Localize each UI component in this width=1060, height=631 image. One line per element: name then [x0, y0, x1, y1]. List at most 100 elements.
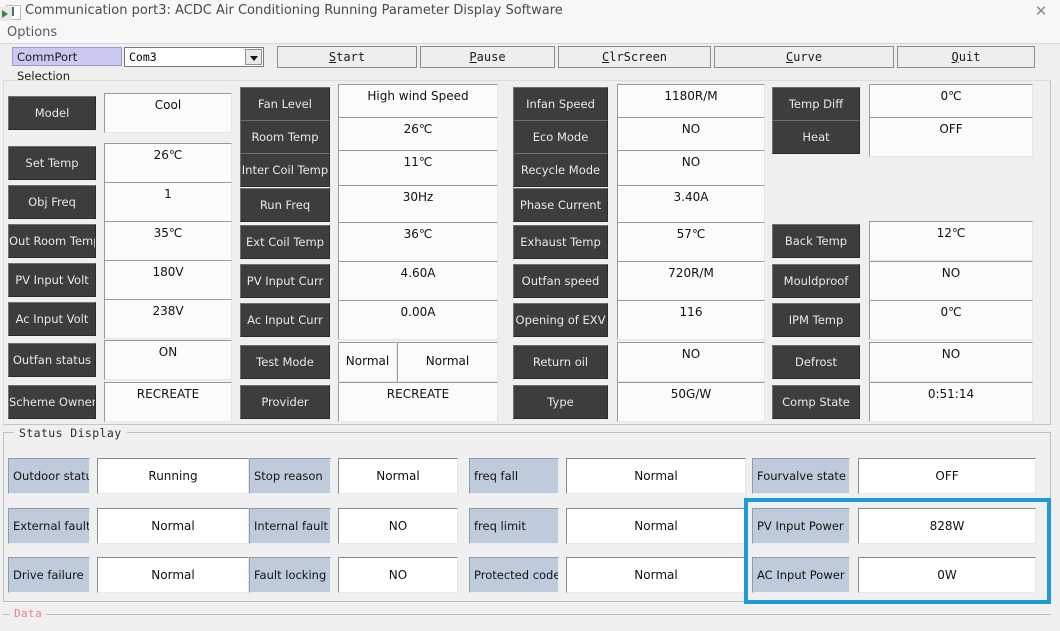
status-label: Drive failure [8, 557, 90, 593]
param-label: Scheme Owner [8, 385, 96, 419]
param-value: 30Hz [338, 185, 498, 225]
param-value: 116 [617, 300, 765, 340]
arrow-marker-icon [0, 7, 12, 21]
data-group-legend: Data [10, 607, 46, 620]
param-value: RECREATE [104, 382, 232, 422]
param-label: Return oil [513, 345, 608, 379]
param-value: 238V [104, 299, 232, 339]
param-label: Set Temp [8, 146, 96, 180]
status-value: Normal [97, 508, 249, 544]
accelerator-letter: P [469, 50, 476, 64]
status-label: AC Input Power [752, 557, 850, 593]
curve-button[interactable]: Curve [714, 46, 894, 68]
param-value-b: Normal [397, 342, 498, 382]
param-value: 1 [104, 182, 232, 222]
status-value: OFF [858, 458, 1036, 494]
status-label: Protected code [469, 557, 559, 593]
status-value: 828W [858, 508, 1036, 544]
param-value: OFF [869, 117, 1033, 157]
status-label: Internal fault [249, 508, 331, 544]
button-label: lrScreen [609, 50, 667, 64]
status-value: 0W [858, 557, 1036, 593]
status-label: Outdoor status [8, 458, 90, 494]
status-label: External fault [8, 508, 90, 544]
param-value: 180V [104, 260, 232, 300]
param-label: Recycle Mode [513, 153, 608, 187]
commport-select-value: Com3 [129, 50, 157, 64]
param-label: Fan Level [240, 87, 330, 121]
status-value: Normal [338, 458, 458, 494]
status-value: NO [338, 508, 458, 544]
chevron-down-icon[interactable] [245, 49, 262, 65]
menu-item-options[interactable]: Options [7, 25, 57, 40]
pause-button[interactable]: Pause [420, 46, 555, 68]
param-value: 12℃ [869, 221, 1033, 261]
status-display-legend: Status Display [14, 426, 127, 440]
title-bar: Communication port3: ACDC Air Conditioni… [0, 0, 1060, 24]
param-value: NO [617, 150, 765, 190]
param-label: Model [8, 96, 96, 130]
param-label: Inter Coil Temp [240, 153, 330, 187]
clrscreen-button[interactable]: ClrScreen [558, 46, 711, 68]
window-title: Communication port3: ACDC Air Conditioni… [25, 3, 563, 18]
start-button[interactable]: Start [277, 46, 417, 68]
param-value: 26℃ [104, 143, 232, 183]
status-value: Running [97, 458, 249, 494]
param-label: Infan Speed [513, 87, 608, 121]
param-label: Room Temp [240, 120, 330, 154]
param-label: Phase Current [513, 188, 608, 222]
commport-selection-label: CommPort Selection [12, 47, 122, 66]
button-label: uit [959, 50, 981, 64]
status-value: Normal [566, 458, 746, 494]
status-value: Normal [97, 557, 249, 593]
param-label: Temp Diff [772, 87, 860, 121]
button-label: ause [477, 50, 506, 64]
param-label: Defrost [772, 345, 860, 379]
param-label: Type [513, 385, 608, 419]
param-value: 0℃ [869, 300, 1033, 340]
param-label: Run Freq [240, 188, 330, 222]
param-label: Test Mode [240, 345, 330, 379]
param-value: 35℃ [104, 221, 232, 261]
param-value: 57℃ [617, 222, 765, 262]
quit-button[interactable]: Quit [897, 46, 1035, 68]
status-value: Normal [566, 508, 746, 544]
param-label: PV Input Curr [240, 264, 330, 298]
param-value: 4.60A [338, 261, 498, 301]
param-value: 50G/W [617, 382, 765, 422]
param-value: NO [869, 261, 1033, 301]
param-label: Ac Input Volt [8, 302, 96, 336]
param-value: 11℃ [338, 150, 498, 190]
param-label: Ext Coil Temp [240, 225, 330, 259]
param-label: Back Temp [772, 224, 860, 258]
param-value: 720R/M [617, 261, 765, 301]
status-value: NO [338, 557, 458, 593]
button-label: tart [336, 50, 365, 64]
param-value: RECREATE [338, 382, 498, 422]
data-group [3, 614, 1051, 631]
close-icon[interactable]: ✕ [1030, 2, 1052, 22]
param-label: Ac Input Curr [240, 303, 330, 337]
param-value: 0.00A [338, 300, 498, 340]
param-label: IPM Temp [772, 303, 860, 337]
param-label: Heat [772, 120, 860, 154]
param-value: 3.40A [617, 185, 765, 225]
status-label: Fault locking [249, 557, 331, 593]
commport-select[interactable]: Com3 [124, 47, 264, 67]
param-label: Outfan status [8, 343, 96, 377]
param-label: Opening of EXV [513, 303, 608, 337]
param-value-a: Normal [338, 342, 397, 382]
accelerator-letter: Q [952, 50, 959, 64]
param-label: Exhaust Temp [513, 225, 608, 259]
param-value: NO [869, 342, 1033, 382]
param-label: Provider [240, 385, 330, 419]
param-label: Comp State [772, 385, 860, 419]
status-value: Normal [566, 557, 746, 593]
param-label: PV Input Volt [8, 263, 96, 297]
param-value: Cool [104, 93, 232, 133]
param-value: ON [104, 340, 232, 380]
param-label: Obj Freq [8, 185, 96, 219]
status-label: freq fall [469, 458, 559, 494]
status-label: PV Input Power [752, 508, 850, 544]
menu-bar: Options [0, 24, 1060, 43]
